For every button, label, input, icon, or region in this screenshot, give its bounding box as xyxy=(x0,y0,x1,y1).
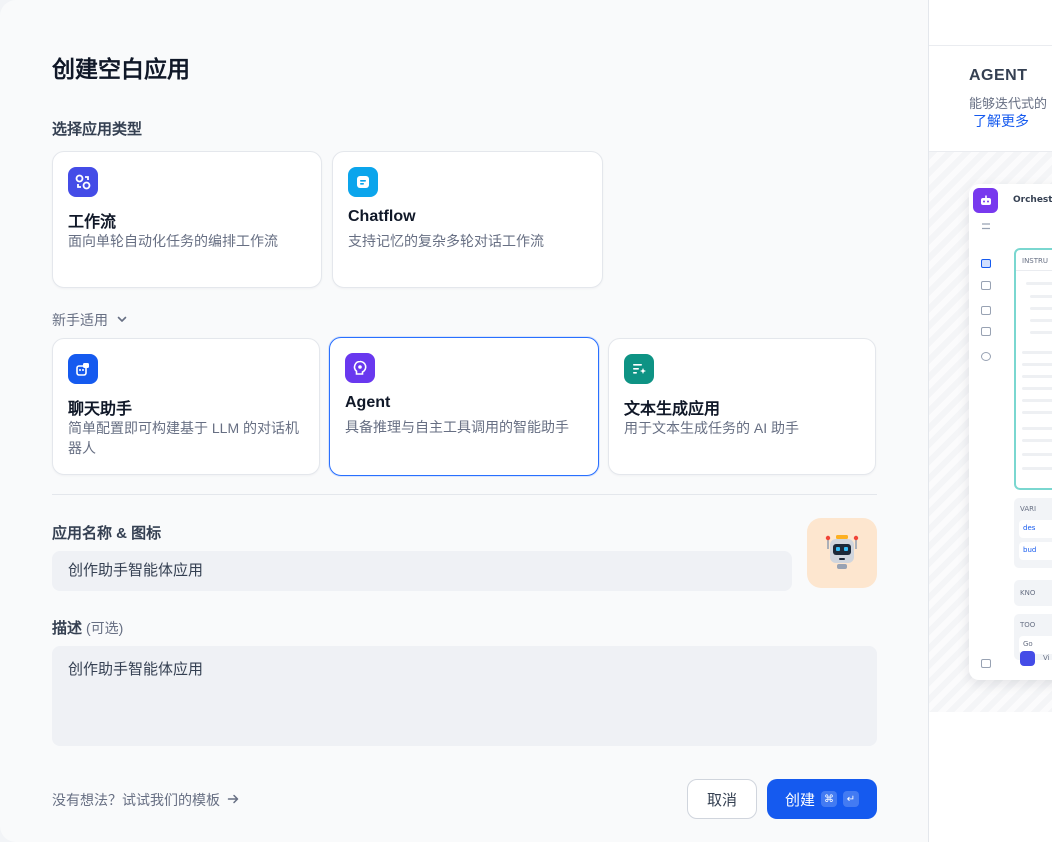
mock-tool-text: Go xyxy=(1023,640,1033,648)
mock-instruction-label: INSTRU xyxy=(1022,257,1049,265)
divider xyxy=(52,494,877,495)
mock-orchestrate-icon xyxy=(981,259,991,268)
app-type-section-label: 选择应用类型 xyxy=(52,121,143,138)
preview-title: AGENT xyxy=(969,67,1028,84)
mock-agent-icon xyxy=(973,188,998,213)
preview-image: Orchest INSTRU VARI des bud KNO TOO Go V… xyxy=(929,152,1052,712)
create-app-dialog: 创建空白应用 选择应用类型 工作流 面向单轮自动化任务的编排工作流 Chatfl… xyxy=(0,0,928,842)
mock-line xyxy=(1022,399,1052,402)
enter-key-icon: ↵ xyxy=(843,791,859,807)
arrow-right-icon xyxy=(226,792,240,809)
app-icon-picker[interactable] xyxy=(807,518,877,588)
create-button-label: 创建 xyxy=(784,791,815,809)
preview-description: 能够迭代式的 xyxy=(969,96,1048,111)
text-generator-icon xyxy=(624,354,654,384)
beginner-toggle[interactable]: 新手适用 xyxy=(52,310,128,330)
preview-header xyxy=(929,0,1052,46)
app-type-card-agent[interactable]: Agent 具备推理与自主工具调用的智能助手 xyxy=(329,337,599,476)
command-key-icon: ⌘ xyxy=(821,791,837,807)
chevron-down-icon xyxy=(116,312,128,328)
mock-line xyxy=(1022,427,1052,430)
mock-line xyxy=(1022,363,1052,366)
mock-line xyxy=(1022,351,1052,354)
optional-hint: (可选) xyxy=(86,620,124,636)
mock-doc-icon xyxy=(981,327,991,336)
mock-monitor-icon xyxy=(981,352,991,361)
mock-line xyxy=(1022,439,1052,442)
mock-line xyxy=(1030,295,1052,298)
card-title: Agent xyxy=(345,394,391,411)
beginner-label: 新手适用 xyxy=(52,312,108,328)
card-description: 支持记忆的复杂多轮对话工作流 xyxy=(348,233,544,249)
mock-line xyxy=(1022,453,1052,456)
cancel-button[interactable]: 取消 xyxy=(687,779,757,819)
card-description: 面向单轮自动化任务的编排工作流 xyxy=(68,233,278,249)
workflow-icon xyxy=(68,167,98,197)
card-title: 文本生成应用 xyxy=(624,401,721,418)
preview-panel: AGENT 能够迭代式的 了解更多 Orchest INSTRU VARI de… xyxy=(928,0,1052,842)
mock-line xyxy=(1030,331,1052,334)
mock-line xyxy=(1022,411,1052,414)
mock-app-window: Orchest INSTRU VARI des bud KNO TOO Go V… xyxy=(969,184,1052,680)
mock-log-icon xyxy=(981,306,991,315)
card-description: 用于文本生成任务的 AI 助手 xyxy=(624,420,800,436)
mock-variable-text: bud xyxy=(1023,546,1037,554)
app-type-card-chatflow[interactable]: Chatflow 支持记忆的复杂多轮对话工作流 xyxy=(332,151,603,288)
mock-variables-card: VARI des bud xyxy=(1014,498,1052,568)
name-icon-label: 应用名称 & 图标 xyxy=(52,525,162,542)
description-textarea[interactable]: 创作助手智能体应用 xyxy=(52,646,877,746)
chatflow-icon xyxy=(348,167,378,197)
card-title: 工作流 xyxy=(68,214,117,231)
mock-line xyxy=(1026,282,1052,285)
app-type-card-text-generator[interactable]: 文本生成应用 用于文本生成任务的 AI 助手 xyxy=(608,338,876,475)
mock-vision-label: Vi xyxy=(1043,654,1050,662)
learn-more-link[interactable]: 了解更多 xyxy=(973,111,1029,131)
mock-instruction-box: INSTRU xyxy=(1014,248,1052,490)
mock-line xyxy=(1022,467,1052,470)
mock-vision-icon xyxy=(1020,651,1035,666)
card-title: 聊天助手 xyxy=(68,401,133,418)
dialog-title: 创建空白应用 xyxy=(52,56,190,82)
card-title: Chatflow xyxy=(348,208,416,225)
mock-variables-label: VARI xyxy=(1020,505,1037,513)
mock-line xyxy=(1030,319,1052,322)
mock-line xyxy=(1022,375,1052,378)
agent-icon xyxy=(345,353,375,383)
card-description: 简单配置即可构建基于 LLM 的对话机器人 xyxy=(68,420,300,456)
mock-tools-label: TOO xyxy=(1020,621,1036,629)
create-button[interactable]: 创建 ⌘ ↵ xyxy=(767,779,877,819)
mock-variable-row: bud xyxy=(1019,542,1052,560)
mock-sidebar-toggle-icon xyxy=(981,659,991,668)
mock-line xyxy=(1022,387,1052,390)
app-type-card-workflow[interactable]: 工作流 面向单轮自动化任务的编排工作流 xyxy=(52,151,322,288)
description-label-text: 描述 xyxy=(52,620,83,637)
mock-header-text: Orchest xyxy=(1013,195,1052,205)
mock-line xyxy=(1030,307,1052,310)
template-link[interactable]: 没有想法？试试我们的模板 xyxy=(52,790,240,810)
robot-icon xyxy=(825,535,859,569)
template-link-label: 没有想法？试试我们的模板 xyxy=(52,792,220,808)
mock-knowledge-card: KNO xyxy=(1014,580,1052,606)
mock-divider xyxy=(1016,270,1052,271)
app-name-input[interactable] xyxy=(52,551,792,591)
mock-knowledge-label: KNO xyxy=(1020,589,1036,597)
chatbot-icon xyxy=(68,354,98,384)
preview-footer xyxy=(929,712,1052,842)
mock-variable-text: des xyxy=(1023,524,1036,532)
mock-variable-row: des xyxy=(1019,520,1052,538)
mock-terminal-icon xyxy=(981,281,991,290)
card-description: 具备推理与自主工具调用的智能助手 xyxy=(345,419,569,435)
description-label: 描述 (可选) xyxy=(52,617,123,638)
app-type-card-chatbot[interactable]: 聊天助手 简单配置即可构建基于 LLM 的对话机器人 xyxy=(52,338,320,475)
mock-settings-icon xyxy=(981,218,991,230)
